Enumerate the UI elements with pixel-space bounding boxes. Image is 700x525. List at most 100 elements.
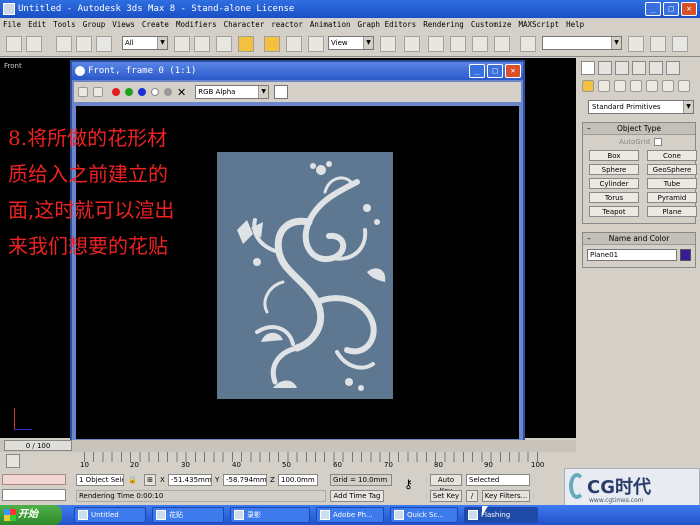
sphere-button[interactable]: Sphere xyxy=(589,164,639,175)
menu-file[interactable]: File xyxy=(3,18,21,31)
link-icon[interactable] xyxy=(56,36,72,52)
redo-icon[interactable] xyxy=(26,36,42,52)
maxscript-input[interactable] xyxy=(2,489,66,501)
pixel-color-swatch[interactable] xyxy=(274,85,289,99)
manipulate-icon[interactable] xyxy=(404,36,420,52)
y-coordinate-field[interactable]: -58.794mm xyxy=(223,474,267,486)
alpha-channel-icon[interactable] xyxy=(151,88,159,96)
torus-button[interactable]: Torus xyxy=(589,192,639,203)
key-filters-button[interactable]: Key Filters... xyxy=(482,490,530,502)
menu-customize[interactable]: Customize xyxy=(471,18,512,31)
geometry-icon[interactable] xyxy=(582,80,594,92)
taskbar-item-photoshop[interactable]: Adobe Ph... xyxy=(316,507,384,523)
pyramid-button[interactable]: Pyramid xyxy=(647,192,697,203)
primitive-category-dropdown[interactable]: Standard Primitives ▼ xyxy=(588,100,694,114)
menu-help[interactable]: Help xyxy=(566,18,584,31)
cylinder-button[interactable]: Cylinder xyxy=(589,178,639,189)
taskbar-item-luying[interactable]: 录影 xyxy=(230,507,310,523)
snaps-toggle-icon[interactable] xyxy=(428,36,444,52)
selection-filter-dropdown[interactable]: All ▼ xyxy=(122,36,168,50)
motion-tab-icon[interactable] xyxy=(632,61,646,75)
frame-ruler[interactable] xyxy=(84,452,546,462)
taskbar-item-untitled[interactable]: Untitled xyxy=(74,507,146,523)
box-button[interactable]: Box xyxy=(589,150,639,161)
save-bitmap-icon[interactable] xyxy=(78,87,88,97)
time-slider-thumb[interactable]: 0 / 100 xyxy=(4,440,72,451)
name-color-header[interactable]: – Name and Color xyxy=(583,233,695,245)
angle-snap-icon[interactable] xyxy=(450,36,466,52)
render-maximize-button[interactable]: □ xyxy=(487,64,503,78)
pivot-center-icon[interactable] xyxy=(380,36,396,52)
layer-manager-icon[interactable] xyxy=(672,36,688,52)
object-name-field[interactable]: Plane01 xyxy=(587,249,678,261)
lock-selection-icon[interactable]: 🔒 xyxy=(128,474,137,486)
green-channel-icon[interactable] xyxy=(125,88,133,96)
menu-edit[interactable]: Edit xyxy=(28,18,46,31)
set-key-mode-icon[interactable]: ⚷ xyxy=(404,478,413,490)
taskbar-item-quick-screen[interactable]: Quick Sc... xyxy=(390,507,458,523)
viewport-label[interactable]: Front xyxy=(4,62,22,70)
cone-button[interactable]: Cone xyxy=(647,150,697,161)
select-by-name-icon[interactable] xyxy=(194,36,210,52)
time-slider[interactable]: 0 / 100 xyxy=(0,440,576,452)
systems-icon[interactable] xyxy=(678,80,690,92)
menu-maxscript[interactable]: MAXScript xyxy=(518,18,559,31)
render-close-button[interactable]: ✕ xyxy=(505,64,521,78)
menu-modifiers[interactable]: Modifiers xyxy=(176,18,217,31)
menu-reactor[interactable]: reactor xyxy=(271,18,303,31)
mirror-icon[interactable] xyxy=(628,36,644,52)
absolute-mode-icon[interactable]: ⊞ xyxy=(144,474,156,486)
spinner-snap-icon[interactable] xyxy=(494,36,510,52)
auto-key-button[interactable]: Auto Key xyxy=(430,474,462,495)
select-scale-icon[interactable] xyxy=(308,36,324,52)
bind-spacewarp-icon[interactable] xyxy=(96,36,112,52)
utilities-tab-icon[interactable] xyxy=(666,61,680,75)
close-button[interactable]: ✕ xyxy=(681,2,697,16)
render-minimize-button[interactable]: _ xyxy=(469,64,485,78)
lights-icon[interactable] xyxy=(614,80,626,92)
menu-tools[interactable]: Tools xyxy=(53,18,76,31)
red-channel-icon[interactable] xyxy=(112,88,120,96)
clear-icon[interactable]: ✕ xyxy=(177,86,186,99)
select-rotate-icon[interactable] xyxy=(286,36,302,52)
hierarchy-tab-icon[interactable] xyxy=(615,61,629,75)
autogrid-checkbox[interactable] xyxy=(653,138,662,146)
display-tab-icon[interactable] xyxy=(649,61,663,75)
clone-window-icon[interactable] xyxy=(93,87,103,97)
menu-animation[interactable]: Animation xyxy=(310,18,351,31)
menu-graph-editors[interactable]: Graph Editors xyxy=(357,18,416,31)
plane-button[interactable]: Plane xyxy=(647,206,697,217)
menu-group[interactable]: Group xyxy=(83,18,106,31)
monochrome-icon[interactable] xyxy=(164,88,172,96)
geosphere-button[interactable]: GeoSphere xyxy=(647,164,697,175)
menu-character[interactable]: Character xyxy=(224,18,265,31)
tube-button[interactable]: Tube xyxy=(647,178,697,189)
menu-create[interactable]: Create xyxy=(142,18,169,31)
percent-snap-icon[interactable] xyxy=(472,36,488,52)
key-mode-dropdown[interactable]: Selected xyxy=(466,474,530,486)
key-icon[interactable]: / xyxy=(466,490,478,502)
shapes-icon[interactable] xyxy=(598,80,610,92)
maxscript-listener-mini[interactable] xyxy=(2,474,66,485)
space-warps-icon[interactable] xyxy=(662,80,674,92)
reference-coordinate-dropdown[interactable]: View ▼ xyxy=(328,36,374,50)
align-icon[interactable] xyxy=(650,36,666,52)
maximize-button[interactable]: □ xyxy=(663,2,679,16)
set-key-button[interactable]: Set Key xyxy=(430,490,462,502)
window-crossing-icon[interactable] xyxy=(238,36,254,52)
minimize-button[interactable]: _ xyxy=(645,2,661,16)
helpers-icon[interactable] xyxy=(646,80,658,92)
cameras-icon[interactable] xyxy=(630,80,642,92)
modify-tab-icon[interactable] xyxy=(598,61,612,75)
curve-editor-icon[interactable] xyxy=(6,454,20,468)
object-type-header[interactable]: – Object Type xyxy=(583,123,695,135)
taskbar-item-huatie[interactable]: 花贴 xyxy=(152,507,224,523)
z-coordinate-field[interactable]: 100.0mm xyxy=(278,474,318,486)
unlink-icon[interactable] xyxy=(76,36,92,52)
create-tab-icon[interactable] xyxy=(581,61,595,75)
x-coordinate-field[interactable]: -51.435mm xyxy=(168,474,212,486)
named-selection-sets-dropdown[interactable]: ▼ xyxy=(542,36,622,50)
object-color-swatch[interactable] xyxy=(680,249,691,261)
menu-rendering[interactable]: Rendering xyxy=(423,18,464,31)
add-time-tag-button[interactable]: Add Time Tag xyxy=(330,490,384,502)
